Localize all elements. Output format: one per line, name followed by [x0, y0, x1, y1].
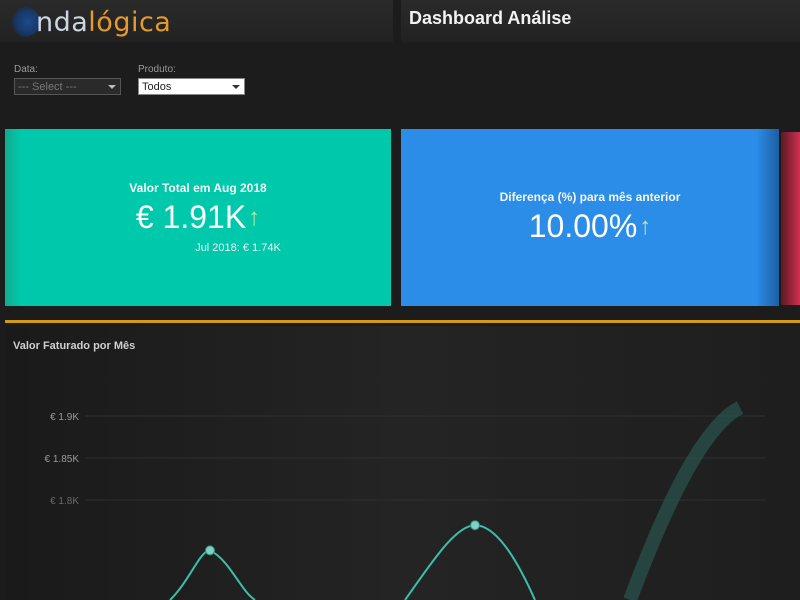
- y-tick-label: € 1.85K: [45, 454, 80, 465]
- y-tick-label: € 1.8K: [50, 496, 79, 507]
- logo[interactable]: nda lógica: [10, 6, 171, 38]
- series-line-segment: [404, 524, 536, 600]
- logo-text-part1: nda: [36, 6, 89, 38]
- logo-text-part2: lógica: [88, 6, 172, 38]
- data-point[interactable]: [470, 520, 480, 531]
- kpi-value: 10.00% ↑: [529, 208, 652, 245]
- chart-panel: Valor Faturado por Mês € 1.9K € 1.85K € 1.…: [5, 326, 800, 600]
- produto-filter-label: Produto:: [138, 64, 176, 75]
- kpi-value-text: 10.00%: [528, 208, 638, 244]
- kpi-label: Valor Total em Aug 2018: [129, 181, 267, 195]
- produto-select-value: Todos: [142, 81, 172, 93]
- produto-filter: Produto: Todos: [138, 64, 245, 95]
- section-divider: [5, 320, 800, 323]
- arrow-up-icon: ↑: [639, 212, 652, 240]
- series-line-ghost: [623, 401, 744, 600]
- page-title: Dashboard Análise: [409, 8, 572, 28]
- chevron-down-icon: [108, 85, 116, 89]
- header-logo-panel: nda lógica: [0, 0, 393, 42]
- kpi-previous-value: Jul 2018: € 1.74K: [195, 242, 281, 254]
- data-filter: Data: --- Select ---: [14, 64, 121, 95]
- line-chart: € 1.9K € 1.85K € 1.8K: [45, 401, 765, 600]
- kpi-value-text: € 1.91K: [135, 199, 247, 235]
- y-tick-label: € 1.9K: [50, 412, 79, 423]
- series-line-segment: [169, 549, 256, 600]
- data-filter-label: Data:: [14, 64, 38, 75]
- kpi-card-partial[interactable]: [781, 132, 800, 305]
- produto-select[interactable]: Todos: [138, 78, 245, 95]
- kpi-card-valor-total[interactable]: Valor Total em Aug 2018 € 1.91K ↑ Jul 20…: [5, 129, 391, 306]
- data-select[interactable]: --- Select ---: [14, 78, 121, 95]
- chevron-down-icon: [232, 85, 240, 89]
- arrow-up-icon: ↑: [248, 203, 261, 231]
- kpi-value: € 1.91K ↑: [136, 199, 260, 236]
- kpi-card-diferenca[interactable]: Diferença (%) para mês anterior 10.00% ↑: [401, 129, 779, 306]
- dashboard-page: nda lógica Dashboard Análise Data: --- S…: [0, 0, 800, 600]
- data-select-value: --- Select ---: [18, 81, 77, 93]
- data-point[interactable]: [205, 545, 215, 556]
- kpi-label: Diferença (%) para mês anterior: [499, 190, 681, 204]
